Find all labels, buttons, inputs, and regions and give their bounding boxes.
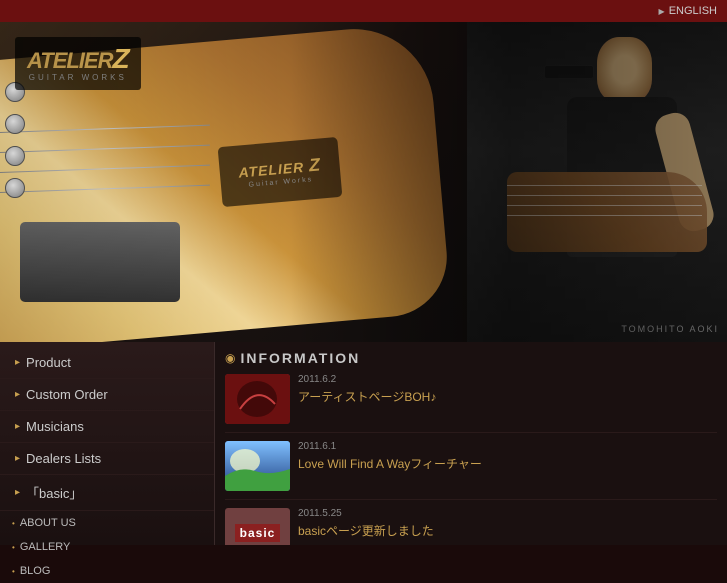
news-title-3[interactable]: basicページ更新しました — [298, 524, 434, 538]
sidebar-item-dealers[interactable]: ▸ Dealers Lists — [0, 443, 214, 475]
sidebar-item-musicians[interactable]: ▸ Musicians — [0, 411, 214, 443]
sidebar-item-about[interactable]: • ABOUT US — [0, 511, 214, 535]
top-bar: ENGLISH — [0, 0, 727, 22]
news-thumb-2 — [225, 441, 290, 491]
news-content-1: 2011.6.2 アーティストページBOH♪ — [298, 374, 717, 406]
news-item-2: 2011.6.1 Love Will Find A Wayフィーチャー — [225, 441, 717, 500]
nav-bullet-blog: • — [12, 567, 15, 576]
nav-bullet-dealers: ▸ — [15, 453, 20, 464]
nav-label-custom: Custom Order — [26, 387, 108, 402]
nav-bullet-about: • — [12, 519, 15, 528]
sidebar-item-custom-order[interactable]: ▸ Custom Order — [0, 379, 214, 411]
bass-string-4 — [507, 215, 702, 216]
english-link[interactable]: ENGLISH — [659, 5, 717, 17]
nav-label-musicians: Musicians — [26, 419, 84, 434]
peg-2 — [5, 114, 25, 134]
info-panel[interactable]: ◉ INFORMATION 2011.6.2 アーティストページBOH♪ — [215, 342, 727, 545]
musician-photo: TOMOHITO AOKI — [467, 22, 727, 342]
figure-glasses — [544, 65, 594, 79]
nav-label-gallery: GALLERY — [20, 541, 71, 553]
nav-label-dealers: Dealers Lists — [26, 451, 101, 466]
nav-label-product: Product — [26, 355, 71, 370]
peg-3 — [5, 146, 25, 166]
news-date-3: 2011.5.25 — [298, 508, 717, 519]
nav-label-basic: 「basic」 — [26, 483, 82, 502]
guitar-body-logo: ATELIER Z Guitar Works — [218, 137, 343, 207]
hero-section: ATELIER Z Guitar Works ATELIERZ GUITAR W… — [0, 22, 727, 342]
basic-logo-thumb: basic — [235, 524, 281, 542]
nav-bullet-basic: ▸ — [15, 487, 20, 498]
info-header: ◉ INFORMATION — [225, 350, 717, 366]
sidebar-item-basic[interactable]: ▸ 「basic」 — [0, 475, 214, 511]
news-date-1: 2011.6.2 — [298, 374, 717, 385]
info-title: INFORMATION — [240, 350, 360, 366]
hero-logo-text: ATELIERZ — [27, 45, 129, 73]
bass-string-2 — [507, 195, 702, 196]
guitar-string-4 — [0, 185, 210, 193]
news-item-1: 2011.6.2 アーティストページBOH♪ — [225, 374, 717, 433]
news-thumb-img-2 — [225, 441, 290, 491]
bass-string-1 — [507, 185, 702, 186]
news-title-2[interactable]: Love Will Find A Wayフィーチャー — [298, 457, 482, 471]
peg-4 — [5, 178, 25, 198]
nav-label-blog: BLOG — [20, 565, 51, 577]
musician-name: TOMOHITO AOKI — [621, 324, 719, 334]
english-label: ENGLISH — [669, 5, 717, 17]
news-item-3: basic 2011.5.25 basicページ更新しました — [225, 508, 717, 545]
sidebar-item-gallery[interactable]: • GALLERY — [0, 535, 214, 559]
bass-strings-held — [507, 180, 707, 240]
guitar-string-2 — [0, 145, 210, 153]
nav-bullet-musicians: ▸ — [15, 421, 20, 432]
bass-string-3 — [507, 205, 702, 206]
sidebar-item-blog[interactable]: • BLOG — [0, 559, 214, 583]
sidebar: ▸ Product ▸ Custom Order ▸ Musicians ▸ D… — [0, 342, 215, 545]
atelier-text: ATELIER — [27, 48, 112, 73]
news-content-3: 2011.5.25 basicページ更新しました — [298, 508, 717, 540]
news-date-2: 2011.6.1 — [298, 441, 717, 452]
guitar-bridge — [20, 222, 180, 302]
news-thumb-img-1 — [225, 374, 290, 424]
info-bullet-icon: ◉ — [225, 351, 235, 365]
news-thumb-3: basic — [225, 508, 290, 545]
figure-head — [597, 37, 652, 102]
news-title-1[interactable]: アーティストページBOH♪ — [298, 390, 436, 404]
news-thumb-1 — [225, 374, 290, 424]
news-content-2: 2011.6.1 Love Will Find A Wayフィーチャー — [298, 441, 717, 473]
sidebar-item-product[interactable]: ▸ Product — [0, 347, 214, 379]
guitar-string-3 — [0, 165, 210, 173]
content-area: ▸ Product ▸ Custom Order ▸ Musicians ▸ D… — [0, 342, 727, 545]
nav-bullet-gallery: • — [12, 543, 15, 552]
figure-silhouette — [477, 32, 707, 322]
tuning-pegs — [5, 82, 25, 198]
nav-bullet-product: ▸ — [15, 357, 20, 368]
nav-bullet-custom: ▸ — [15, 389, 20, 400]
guitar-string-1 — [0, 125, 210, 133]
z-letter: Z — [112, 43, 128, 74]
hero-logo: ATELIERZ GUITAR WORKS — [15, 37, 141, 90]
guitar-works-text: GUITAR WORKS — [27, 73, 129, 82]
nav-label-about: ABOUT US — [20, 517, 76, 529]
